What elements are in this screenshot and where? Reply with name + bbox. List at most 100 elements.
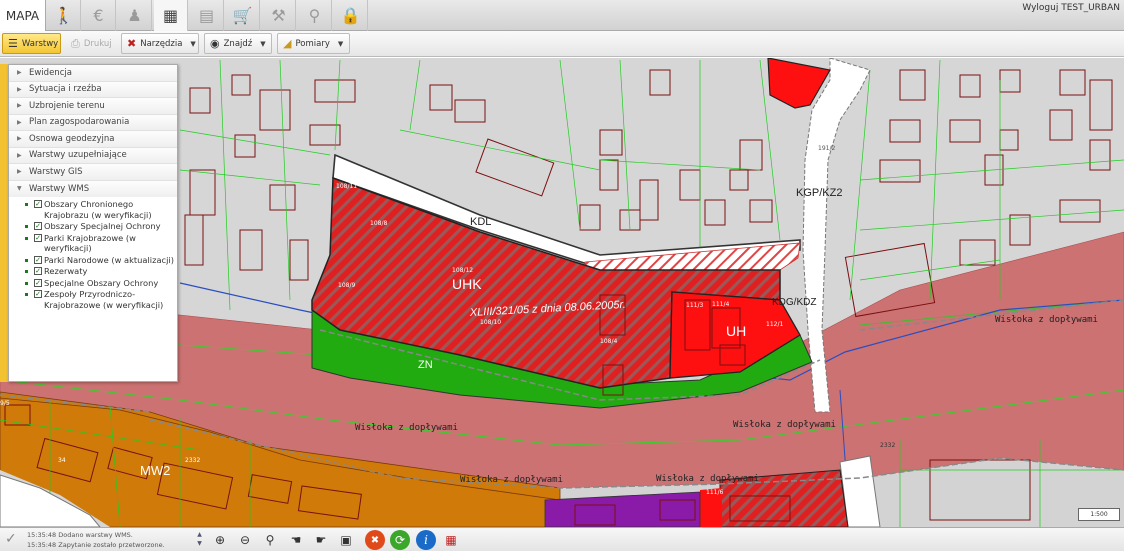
label-kdgkdz: KDG/KDZ — [772, 297, 816, 308]
wms-layer-item[interactable]: ✓ Rezerwaty — [25, 266, 177, 277]
parcel-number: 108/11 — [336, 183, 357, 190]
wms-layer-item[interactable]: ✓ Obszary Chronionego Krajobrazu (w weryf… — [25, 199, 177, 220]
label-mw2: MW2 — [140, 463, 170, 478]
layer-group-osnowa[interactable]: ▶ Osnowa geodezyjna — [9, 131, 177, 148]
checkmark-icon: ✓ — [5, 531, 17, 547]
expand-arrow-icon: ▶ — [17, 69, 22, 77]
expand-arrow-icon: ▶ — [17, 85, 22, 93]
parcel-number: 2332 — [185, 457, 200, 464]
chevron-down-icon: ▼ — [190, 39, 196, 48]
label-uh: UH — [726, 323, 746, 339]
log-scroll-arrows[interactable]: ▲ ▼ — [195, 530, 204, 550]
log-line: 15:35:48 Dodano warstwy WMS. — [27, 531, 133, 539]
measure-dropdown[interactable]: ◢ Pomiary ▼ — [277, 33, 350, 54]
parcel-number: 108/10 — [480, 319, 501, 326]
label-kgpkz2: KGP/KZ2 — [796, 187, 842, 199]
label-river: Wisłoka z dopływami — [355, 423, 458, 433]
find-dropdown-label: Znajdź — [223, 38, 253, 49]
expand-arrow-icon: ▶ — [17, 151, 22, 159]
layer-checkbox[interactable]: ✓ — [34, 233, 42, 242]
person-icon[interactable]: ♟ — [118, 0, 152, 31]
info-icon[interactable]: i — [416, 530, 436, 550]
find-dropdown[interactable]: ◉ Znajdź ▼ — [204, 33, 272, 54]
label-kdl: KDL — [470, 216, 491, 228]
layer-checkbox[interactable]: ✓ — [34, 278, 42, 287]
parcel-number: 108/9 — [338, 282, 355, 289]
toolbar: ☰ Warstwy ⎙ Drukuj ✖ Narzędzia ▼ ◉ Znajd… — [0, 31, 1124, 57]
measure-dropdown-label: Pomiary — [295, 38, 330, 49]
chevron-down-icon: ▼ — [337, 39, 344, 48]
layer-checkbox[interactable]: ✓ — [34, 290, 42, 298]
parcel-number: 111/6 — [706, 489, 723, 496]
ruler-icon: ◢ — [283, 37, 292, 50]
lock-icon[interactable]: 🔒 — [334, 0, 368, 31]
building-icon[interactable]: ▦ — [154, 0, 188, 31]
parcel-number: 108/8 — [370, 220, 387, 227]
layer-group-uzbrojenie[interactable]: ▶ Uzbrojenie terenu — [9, 98, 177, 115]
label-river: Wisłoka z dopływami — [733, 420, 836, 430]
layer-checkbox[interactable]: ✓ — [34, 267, 42, 275]
clear-icon[interactable]: ✖ — [365, 530, 385, 550]
layer-group-wms[interactable]: ▼ Warstwy WMS — [9, 180, 177, 197]
hammer-icon[interactable]: ⚒ — [262, 0, 296, 31]
tools-dropdown-label: Narzędzia — [140, 38, 183, 49]
parcel-number: 112/1 — [766, 321, 783, 328]
euro-icon[interactable]: € — [82, 0, 116, 31]
parcel-number: 108/4 — [600, 338, 617, 345]
layer-checkbox[interactable]: ✓ — [34, 200, 42, 208]
layer-color-icon — [25, 270, 28, 273]
scale-indicator: 1:500 — [1078, 508, 1120, 521]
expand-arrow-icon: ▶ — [17, 135, 22, 143]
layers-button-label: Warstwy — [21, 38, 59, 49]
print-button[interactable]: ⎙ Drukuj — [65, 33, 117, 54]
logout-link[interactable]: Wyloguj TEST_URBAN — [1022, 3, 1120, 13]
label-uhk: UHK — [452, 276, 482, 292]
search-icon[interactable]: ⚲ — [298, 0, 332, 31]
layer-group-gis[interactable]: ▶ Warstwy GIS — [9, 164, 177, 181]
legend-icon[interactable]: ▦ — [441, 530, 461, 550]
layer-color-icon — [25, 258, 28, 262]
zoom-window-icon[interactable]: ▣ — [336, 530, 356, 550]
zoom-next-icon[interactable]: ☛ — [311, 530, 331, 550]
wms-layer-item[interactable]: ✓ Specjalne Obszary Ochrony — [25, 278, 177, 289]
zoom-extent-icon[interactable]: ⚲ — [260, 530, 280, 550]
layers-button[interactable]: ☰ Warstwy — [2, 33, 61, 54]
refresh-icon[interactable]: ⟳ — [390, 530, 410, 550]
layer-group-plan[interactable]: ▶ Plan zagospodarowania — [9, 114, 177, 131]
layer-group-sytuacja[interactable]: ▶ Sytuacja i rzeźba — [9, 81, 177, 98]
chevron-down-icon: ▼ — [260, 39, 266, 48]
wms-layer-item[interactable]: ✓ Zespoły Przyrodniczo-Krajobrazowe (w we… — [25, 289, 177, 310]
wms-layer-item[interactable]: ✓ Parki Krajobrazowe (w weryfikacji) — [25, 233, 177, 254]
layer-checkbox[interactable]: ✓ — [34, 255, 42, 264]
walking-person-icon[interactable]: 🚶 — [47, 0, 81, 31]
label-river: Wisłoka z dopływami — [995, 315, 1098, 325]
document-list-icon[interactable]: ▤ — [190, 0, 224, 31]
parcel-number: 108/12 — [452, 267, 473, 274]
wms-layer-item[interactable]: ✓ Parki Narodowe (w aktualizacji) — [25, 255, 177, 266]
print-button-label: Drukuj — [83, 38, 112, 49]
layer-group-uzupelniajace[interactable]: ▶ Warstwy uzupełniające — [9, 147, 177, 164]
zoom-previous-icon[interactable]: ☚ — [286, 530, 306, 550]
parcel-number: 111/3 — [686, 302, 703, 309]
expand-arrow-icon: ▶ — [17, 168, 22, 176]
layers-icon: ☰ — [8, 37, 18, 50]
tools-dropdown[interactable]: ✖ Narzędzia ▼ — [121, 33, 199, 54]
layer-panel: ▶ Ewidencja ▶ Sytuacja i rzeźba ▶ Uzbrojeni… — [8, 64, 178, 382]
wms-layer-list: ✓ Obszary Chronionego Krajobrazu (w weryf… — [9, 197, 177, 310]
zoom-in-icon[interactable]: ⊕ — [210, 530, 230, 550]
parcel-number: 111/4 — [712, 301, 729, 308]
binoculars-icon: ◉ — [210, 37, 220, 50]
tab-mapa[interactable]: MAPA — [0, 0, 46, 31]
cart-icon[interactable]: 🛒 — [226, 0, 260, 31]
top-tab-bar: MAPA 🚶 € ♟ ▦ ▤ 🛒 ⚒ ⚲ 🔒 Wyloguj TEST_URBA… — [0, 0, 1124, 31]
parcel-number: 191/2 — [818, 145, 835, 152]
wms-layer-item[interactable]: ✓ Obszary Specjalnej Ochrony — [25, 221, 177, 232]
layer-color-icon — [25, 236, 28, 240]
label-zn: ZN — [418, 359, 433, 371]
zoom-out-icon[interactable]: ⊖ — [235, 530, 255, 550]
label-river: Wisłoka z dopływami — [460, 475, 563, 485]
layer-group-ewidencja[interactable]: ▶ Ewidencja — [9, 65, 177, 82]
layer-color-icon — [25, 281, 28, 285]
layer-checkbox[interactable]: ✓ — [34, 222, 42, 230]
layer-color-icon — [25, 225, 28, 228]
